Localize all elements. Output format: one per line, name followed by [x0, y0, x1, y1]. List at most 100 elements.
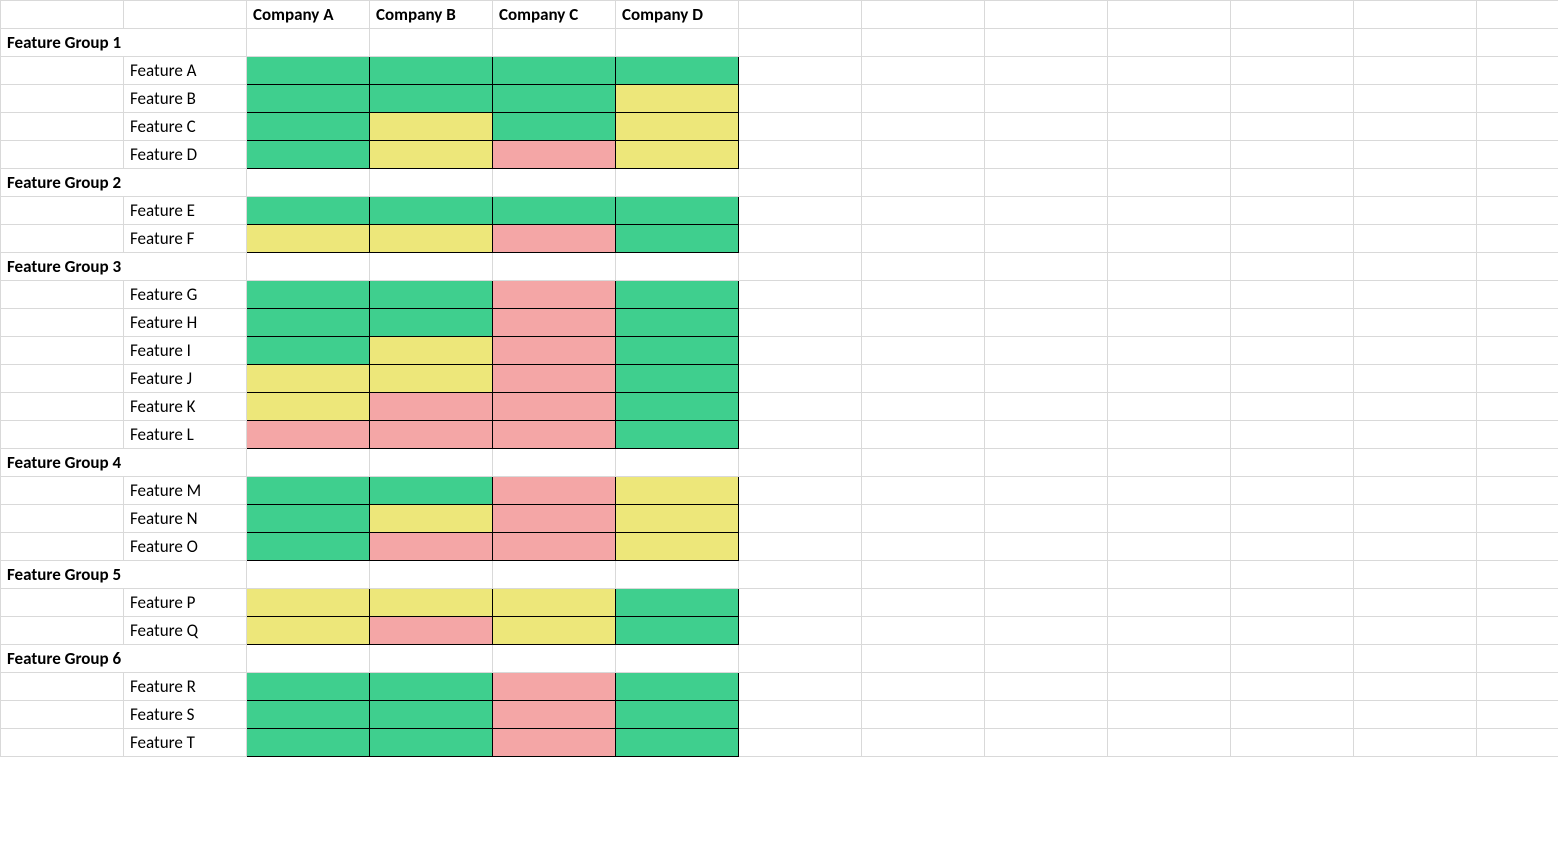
- status-cell-red[interactable]: [247, 421, 370, 449]
- empty-cell[interactable]: [1231, 673, 1354, 701]
- empty-cell[interactable]: [862, 337, 985, 365]
- empty-cell[interactable]: [1108, 477, 1231, 505]
- status-cell-green[interactable]: [616, 365, 739, 393]
- empty-cell[interactable]: [862, 701, 985, 729]
- empty-cell[interactable]: [1231, 589, 1354, 617]
- empty-cell[interactable]: [1108, 533, 1231, 561]
- empty-cell[interactable]: [247, 253, 370, 281]
- status-cell-green[interactable]: [247, 673, 370, 701]
- empty-cell[interactable]: [247, 561, 370, 589]
- empty-cell[interactable]: [985, 477, 1108, 505]
- feature-row-label[interactable]: Feature N: [124, 505, 247, 533]
- empty-cell[interactable]: [985, 197, 1108, 225]
- feature-group-header[interactable]: Feature Group 4: [1, 449, 247, 477]
- empty-cell[interactable]: [616, 253, 739, 281]
- status-cell-red[interactable]: [493, 225, 616, 253]
- status-cell-green[interactable]: [247, 113, 370, 141]
- empty-cell[interactable]: [739, 197, 862, 225]
- status-cell-yellow[interactable]: [370, 365, 493, 393]
- empty-cell[interactable]: [739, 505, 862, 533]
- empty-cell[interactable]: [862, 561, 985, 589]
- empty-cell[interactable]: [1231, 421, 1354, 449]
- empty-cell[interactable]: [1, 589, 124, 617]
- empty-cell[interactable]: [739, 1, 862, 29]
- empty-cell[interactable]: [616, 169, 739, 197]
- empty-cell[interactable]: [985, 281, 1108, 309]
- empty-cell[interactable]: [1, 533, 124, 561]
- empty-cell[interactable]: [1231, 393, 1354, 421]
- empty-cell[interactable]: [739, 533, 862, 561]
- status-cell-red[interactable]: [493, 505, 616, 533]
- empty-cell[interactable]: [1477, 645, 1558, 673]
- empty-cell[interactable]: [1354, 589, 1477, 617]
- status-cell-red[interactable]: [370, 421, 493, 449]
- empty-cell[interactable]: [862, 1, 985, 29]
- feature-row-label[interactable]: Feature A: [124, 57, 247, 85]
- feature-comparison-table[interactable]: Company ACompany BCompany CCompany DFeat…: [0, 0, 1558, 757]
- status-cell-yellow[interactable]: [370, 113, 493, 141]
- empty-cell[interactable]: [985, 449, 1108, 477]
- empty-cell[interactable]: [1477, 253, 1558, 281]
- empty-cell[interactable]: [1231, 533, 1354, 561]
- empty-cell[interactable]: [1, 197, 124, 225]
- empty-cell[interactable]: [862, 113, 985, 141]
- empty-cell[interactable]: [1108, 393, 1231, 421]
- status-cell-red[interactable]: [493, 729, 616, 757]
- empty-cell[interactable]: [1231, 197, 1354, 225]
- empty-cell[interactable]: [1, 225, 124, 253]
- status-cell-red[interactable]: [493, 365, 616, 393]
- empty-cell[interactable]: [739, 337, 862, 365]
- feature-group-header[interactable]: Feature Group 2: [1, 169, 247, 197]
- empty-cell[interactable]: [247, 645, 370, 673]
- status-cell-green[interactable]: [247, 505, 370, 533]
- empty-cell[interactable]: [862, 141, 985, 169]
- empty-cell[interactable]: [1354, 1, 1477, 29]
- feature-group-header[interactable]: Feature Group 6: [1, 645, 247, 673]
- empty-cell[interactable]: [493, 645, 616, 673]
- empty-cell[interactable]: [985, 701, 1108, 729]
- empty-cell[interactable]: [1231, 57, 1354, 85]
- empty-cell[interactable]: [1231, 729, 1354, 757]
- empty-cell[interactable]: [1108, 281, 1231, 309]
- empty-cell[interactable]: [370, 29, 493, 57]
- empty-cell[interactable]: [1354, 225, 1477, 253]
- empty-cell[interactable]: [739, 29, 862, 57]
- empty-cell[interactable]: [1231, 505, 1354, 533]
- empty-cell[interactable]: [1354, 141, 1477, 169]
- column-header-company[interactable]: Company A: [247, 1, 370, 29]
- feature-row-label[interactable]: Feature Q: [124, 617, 247, 645]
- empty-cell[interactable]: [1354, 701, 1477, 729]
- empty-cell[interactable]: [1354, 169, 1477, 197]
- status-cell-yellow[interactable]: [616, 141, 739, 169]
- empty-cell[interactable]: [1231, 365, 1354, 393]
- empty-cell[interactable]: [985, 57, 1108, 85]
- empty-cell[interactable]: [493, 253, 616, 281]
- feature-row-label[interactable]: Feature T: [124, 729, 247, 757]
- status-cell-green[interactable]: [616, 701, 739, 729]
- empty-cell[interactable]: [1477, 505, 1558, 533]
- empty-cell[interactable]: [862, 169, 985, 197]
- empty-cell[interactable]: [1108, 309, 1231, 337]
- status-cell-green[interactable]: [247, 337, 370, 365]
- empty-cell[interactable]: [1108, 225, 1231, 253]
- empty-cell[interactable]: [1108, 57, 1231, 85]
- empty-cell[interactable]: [1477, 197, 1558, 225]
- empty-cell[interactable]: [862, 29, 985, 57]
- empty-cell[interactable]: [1231, 701, 1354, 729]
- empty-cell[interactable]: [1354, 617, 1477, 645]
- empty-cell[interactable]: [1477, 477, 1558, 505]
- status-cell-green[interactable]: [247, 701, 370, 729]
- empty-cell[interactable]: [1477, 729, 1558, 757]
- empty-cell[interactable]: [1477, 85, 1558, 113]
- empty-cell[interactable]: [493, 169, 616, 197]
- column-header-company[interactable]: Company D: [616, 1, 739, 29]
- empty-cell[interactable]: [1354, 281, 1477, 309]
- empty-cell[interactable]: [1354, 29, 1477, 57]
- empty-cell[interactable]: [616, 29, 739, 57]
- empty-cell[interactable]: [1231, 29, 1354, 57]
- empty-cell[interactable]: [862, 645, 985, 673]
- empty-cell[interactable]: [1354, 113, 1477, 141]
- empty-cell[interactable]: [739, 85, 862, 113]
- empty-cell[interactable]: [985, 533, 1108, 561]
- status-cell-green[interactable]: [616, 729, 739, 757]
